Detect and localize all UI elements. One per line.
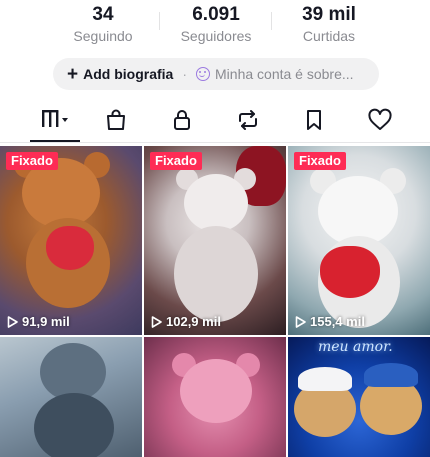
heart-icon <box>367 108 393 137</box>
pinned-badge: Fixado <box>6 152 58 170</box>
video-thumbnail[interactable]: Fixado 102,9 mil <box>144 146 286 335</box>
teddy-body <box>174 226 258 322</box>
tabs-divider <box>0 142 430 143</box>
pinned-badge: Fixado <box>294 152 346 170</box>
stat-divider <box>159 12 160 30</box>
followers-stat[interactable]: 6.091 Seguidores <box>166 3 266 45</box>
profile-stats: 34 Seguindo 6.091 Seguidores 39 mil Curt… <box>0 0 430 46</box>
followers-count: 6.091 <box>192 4 240 25</box>
teddy-hat <box>298 367 352 391</box>
view-count-text: 155,4 mil <box>310 314 365 329</box>
play-icon <box>295 315 306 328</box>
tab-saved[interactable] <box>289 102 339 142</box>
neon-caption: meu amor. <box>318 339 393 355</box>
following-label: Seguindo <box>73 28 133 44</box>
tab-reposts[interactable] <box>223 102 273 142</box>
shopping-bag-icon <box>104 108 128 137</box>
play-icon <box>151 315 162 328</box>
likes-label: Curtidas <box>302 28 356 44</box>
video-grid: Fixado 91,9 mil Fixado 102,9 mil Fixado … <box>0 146 430 457</box>
repost-icon <box>235 108 261 137</box>
view-count: 91,9 mil <box>7 314 70 329</box>
grid-icon <box>39 108 71 135</box>
plus-icon: + <box>67 63 79 85</box>
profile-tabs <box>0 102 430 144</box>
following-stat[interactable]: 34 Seguindo <box>53 3 153 45</box>
likes-stat[interactable]: 39 mil Curtidas <box>279 3 379 45</box>
tab-videos[interactable] <box>30 102 80 142</box>
video-thumbnail[interactable] <box>144 337 286 457</box>
lock-icon <box>170 108 194 137</box>
bio-separator: · <box>182 66 188 82</box>
likes-count: 39 mil <box>302 4 356 25</box>
teddy-body <box>34 393 114 457</box>
view-count-text: 102,9 mil <box>166 314 221 329</box>
view-count: 102,9 mil <box>151 314 221 329</box>
bookmark-icon <box>303 108 325 137</box>
tab-private[interactable] <box>157 102 207 142</box>
account-about-label: Minha conta é sobre... <box>215 66 354 82</box>
heart-shape <box>46 226 94 270</box>
video-thumbnail[interactable] <box>0 337 142 457</box>
heart-shape <box>320 246 380 298</box>
tab-shop[interactable] <box>91 102 141 142</box>
video-thumbnail[interactable]: meu amor. <box>288 337 430 457</box>
view-count-text: 91,9 mil <box>22 314 70 329</box>
tab-liked[interactable] <box>355 102 405 142</box>
add-bio-button[interactable]: + Add biografia · Minha conta é sobre... <box>53 58 379 90</box>
add-bio-label: Add biografia <box>83 66 174 82</box>
play-icon <box>7 315 18 328</box>
view-count: 155,4 mil <box>295 314 365 329</box>
video-thumbnail[interactable]: Fixado 91,9 mil <box>0 146 142 335</box>
pinned-badge: Fixado <box>150 152 202 170</box>
stat-divider <box>271 12 272 30</box>
following-count: 34 <box>92 4 114 25</box>
video-thumbnail[interactable]: Fixado 155,4 mil <box>288 146 430 335</box>
smile-icon <box>196 67 211 81</box>
teddy-head <box>184 174 248 232</box>
followers-label: Seguidores <box>180 28 252 44</box>
teddy-hat <box>364 363 418 387</box>
teddy-head <box>180 359 252 423</box>
